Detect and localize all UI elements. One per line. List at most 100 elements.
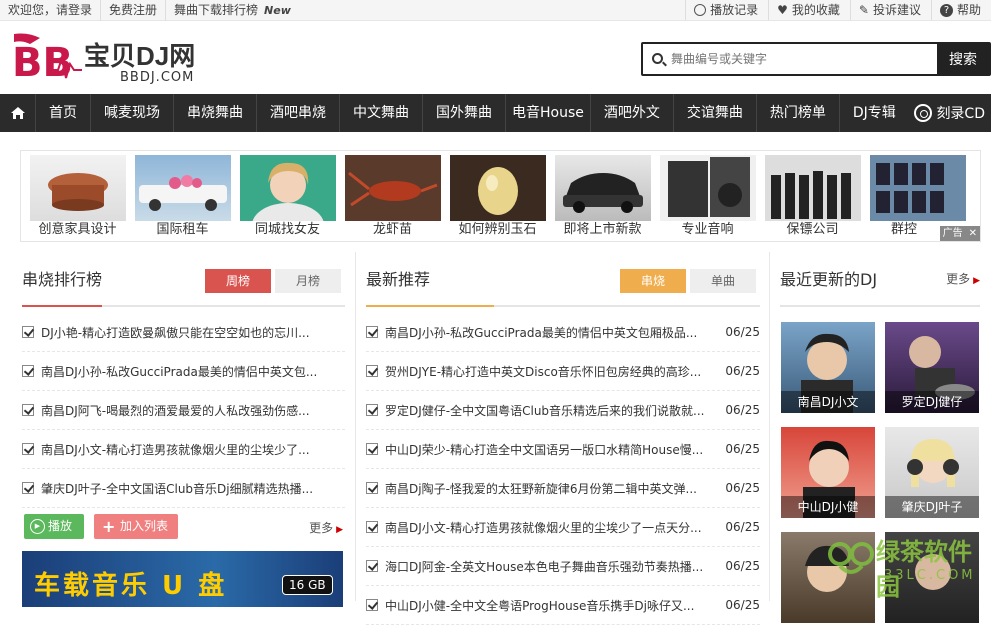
search-input[interactable] [671,44,936,74]
speaker-image [659,155,756,221]
nav-item-house[interactable]: 电音House [506,94,591,132]
caret-right-icon: ▶ [336,525,343,535]
nav-item-medley[interactable]: 串烧舞曲 [174,94,257,132]
tab-weekly[interactable]: 周榜 [205,269,271,293]
edit-icon: ✎ [858,3,869,17]
more-link[interactable]: 更多 ▶ [946,270,980,287]
nav-item-ballroom[interactable]: 交谊舞曲 [674,94,757,132]
tab-single[interactable]: 单曲 [690,269,756,293]
checkbox[interactable] [22,404,34,416]
crayfish-image [344,155,441,221]
checkbox[interactable] [22,482,34,494]
login-link[interactable]: 欢迎您，请登录 [8,0,102,21]
list-item[interactable]: 肇庆DJ叶子-全中文国语Club音乐Dj细腻精选热播... [22,469,345,508]
checkbox[interactable] [22,326,34,338]
list-item[interactable]: 南昌DJ阿飞-喝最烈的酒爱最爱的人私改强劲伤感... [22,391,345,430]
jade-stone-image [449,155,546,221]
list-item[interactable]: 南昌DJ小文-精心打造男孩就像烟火里的尘埃少了一点天分... 06/25 [366,508,760,547]
checkbox[interactable] [366,326,378,338]
column-divider [769,252,770,601]
list-item[interactable]: 贺州DJYE-精心打造中英文Disco音乐怀旧包房经典的高珍... 06/25 [366,352,760,391]
close-icon[interactable]: ✕ [969,226,977,241]
search-icon [652,53,663,64]
woman-portrait-image [239,155,336,241]
list-item[interactable]: 南昌DJ小孙-私改GucciPrada最美的情侣中英文包厢极品... 06/25 [366,313,760,352]
nav-item-hot-charts[interactable]: 热门榜单 [757,94,840,132]
clock-icon [694,4,707,16]
checkbox[interactable] [366,521,378,533]
nav-item-mc-live[interactable]: 喊麦现场 [91,94,174,132]
feedback-link[interactable]: ✎ 投诉建议 [849,0,931,20]
checkbox[interactable] [366,482,378,494]
car-image [554,155,651,221]
nav-item-chinese[interactable]: 中文舞曲 [340,94,423,132]
ad-item[interactable]: 国际租车 [134,155,231,241]
main-nav: 首页 喊麦现场 串烧舞曲 酒吧串烧 中文舞曲 国外舞曲 电音House 酒吧外文… [0,94,991,132]
search-button[interactable]: 搜索 [937,44,989,74]
header: BB 宝贝DJ网 BBDJ.COM 搜索 [0,22,991,94]
ad-item[interactable]: 同城找女友 [239,155,336,241]
list-item[interactable]: 中山DJ小健-全中文全粤语ProgHouse音乐携手Dj咏仔又... 06/25 [366,586,760,625]
nav-item-bar-medley[interactable]: 酒吧串烧 [257,94,340,132]
play-icon: ▶ [30,519,45,534]
checkbox[interactable] [366,365,378,377]
ad-item[interactable]: 龙虾苗 [344,155,441,241]
checkbox[interactable] [366,560,378,572]
list-item[interactable]: 海口DJ阿金-全英文House本色电子舞曲音乐强劲节奏热播... 06/25 [366,547,760,586]
dj-card[interactable]: 中山DJ小健 [781,427,875,518]
more-link[interactable]: 更多 ▶ [309,519,343,536]
dj-card[interactable]: 肇庆DJ叶子 [885,427,979,518]
tab-medley[interactable]: 串烧 [620,269,686,293]
latest-recommend-panel: 最新推荐 串烧 单曲 南昌DJ小孙-私改GucciPrada最美的情侣中英文包厢… [366,258,760,625]
add-to-list-button[interactable]: + 加入列表 [94,514,178,539]
nav-item-home[interactable]: 首页 [36,94,91,132]
burn-cd-link[interactable]: 刻录CD [914,94,985,132]
nav-item-bar-foreign[interactable]: 酒吧外文 [591,94,674,132]
dj-card[interactable]: 南昌DJ小文 [781,322,875,413]
bodyguards-image [764,155,861,221]
checkbox[interactable] [366,443,378,455]
list-item[interactable]: 南昌DJ小孙-私改GucciPrada最美的情侣中英文包... [22,352,345,391]
medley-ranking-panel: 串烧排行榜 周榜 月榜 DJ小艳-精心打造欧曼飙傲只能在空空如也的忘川... 南… [22,258,345,607]
logo-domain: BBDJ.COM [120,70,195,85]
help-link[interactable]: ? 帮助 [930,0,991,20]
ad-item[interactable]: 即将上市新款 [554,155,651,241]
nav-item-foreign[interactable]: 国外舞曲 [423,94,506,132]
new-badge: New [264,4,291,17]
play-history-link[interactable]: 播放记录 [685,0,768,20]
ad-strip: 创意家具设计 国际租车 同城找女友 龙虾苗 如何辨别玉石 即将上市新款 专业音响… [20,150,981,242]
list-item[interactable]: 中山DJ荣少-精心打造全中文国语另一版口水精简House慢... 06/25 [366,430,760,469]
checkbox[interactable] [366,404,378,416]
usb-banner[interactable]: 车载音乐 U 盘 16 GB [22,551,343,607]
list-item[interactable]: DJ小艳-精心打造欧曼飙傲只能在空空如也的忘川... [22,313,345,352]
help-icon: ? [939,3,953,17]
ad-item[interactable]: 保镖公司 [764,155,861,241]
logo-name: 宝贝DJ网 [84,41,196,71]
ad-item[interactable]: 专业音响 [659,155,756,241]
tab-monthly[interactable]: 月榜 [275,269,341,293]
limousine-image [134,155,231,221]
dance-rank-link[interactable]: 舞曲下载排行榜 New [166,0,299,21]
dj-card[interactable]: 罗定DJ健仔 [885,322,979,413]
list-item[interactable]: 罗定DJ健仔-全中文国粤语Club音乐精选后来的我们说散就... 06/25 [366,391,760,430]
top-bar: 欢迎您，请登录 免费注册 舞曲下载排行榜 New 播放记录 ♥ 我的收藏 ✎ 投诉建议… [0,0,991,21]
ad-item[interactable]: 如何辨别玉石 [449,155,546,241]
home-icon[interactable] [0,94,36,132]
furniture-image [29,155,126,221]
list-item[interactable]: 南昌DJ小文-精心打造男孩就像烟火里的尘埃少了... [22,430,345,469]
list-item[interactable]: 南昌Dj陶子-怪我爱的太狂野新旋律6月份第二辑中英文弹... 06/25 [366,469,760,508]
leaf-logo-icon [828,542,874,574]
checkbox[interactable] [22,365,34,377]
ad-label[interactable]: 广告 ✕ [939,226,980,241]
play-button[interactable]: ▶ 播放 [24,514,84,539]
favorites-link[interactable]: ♥ 我的收藏 [768,0,850,20]
ad-item[interactable]: 创意家具设计 [29,155,126,241]
nav-item-dj-album[interactable]: DJ专辑 [840,94,909,132]
caret-right-icon: ▶ [973,276,980,286]
heart-icon: ♥ [777,3,788,17]
register-link[interactable]: 免费注册 [101,0,167,21]
checkbox[interactable] [22,443,34,455]
site-logo[interactable]: BB 宝贝DJ网 BBDJ.COM [10,28,215,86]
cd-icon [914,104,933,122]
plus-icon: + [102,517,116,536]
